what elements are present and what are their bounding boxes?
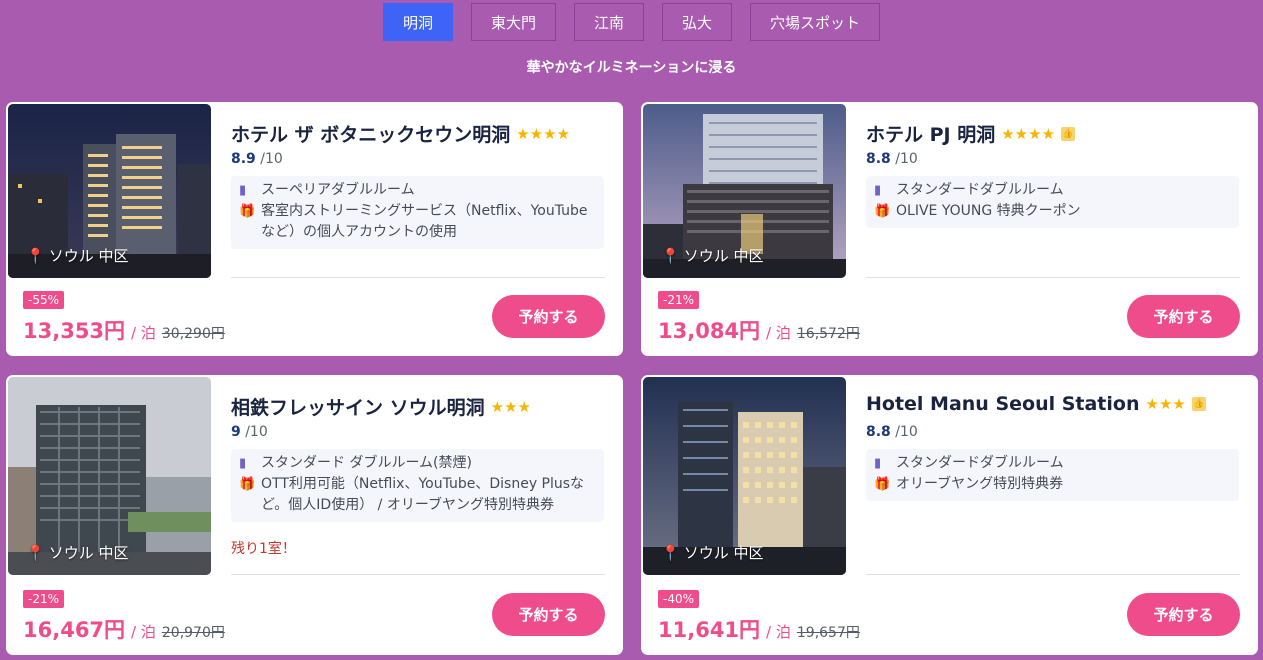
review-score: 8.8 /10 [866,424,918,440]
room-type: ▮ スタンダード ダブルルーム(禁煙) [239,453,598,474]
hotel-name[interactable]: ホテル ザ ボタニックセウン明洞 ★★★★ [231,120,570,147]
features-box: ▮ スタンダードダブルルーム 🎁 オリーブヤング特別特典券 [866,449,1239,501]
hotel-card[interactable]: 📍 ソウル 中区 相鉄フレッサイン ソウル明洞 ★★★ 9 /10 ▮ スタンダー… [6,375,623,655]
discount-badge: -21% [658,291,700,309]
book-button[interactable]: 予約する [492,593,605,636]
book-button[interactable]: 予約する [1127,593,1240,636]
map-pin-icon: 📍 [661,246,680,265]
features-box: ▮ スーペリアダブルルーム 🎁 客室内ストリーミングサービス（Netflix、You… [231,176,604,249]
hotel-name[interactable]: Hotel Manu Seoul Station ★★★ 👍 [866,393,1206,415]
features-box: ▮ スタンダードダブルルーム 🎁 OLIVE YOUNG 特典クーポン [866,176,1239,228]
discount-badge: -55% [23,291,65,309]
benefit: 🎁 客室内ストリーミングサービス（Netflix、YouTubeなど）の個人アカウ… [239,203,588,240]
tab-hongdae[interactable]: 弘大 [662,3,733,41]
thumbs-up-icon: 👍 [1061,126,1076,141]
star-rating-icon: ★★★ [490,397,531,416]
location-label: 📍 ソウル 中区 [26,543,129,563]
map-pin-icon: 📍 [661,543,680,562]
price: 13,353円 / 泊 30,290円 [23,319,225,343]
tab-dongdaemun[interactable]: 東大門 [470,3,556,41]
review-score: 8.8 /10 [866,151,918,167]
location-label: 📍 ソウル 中区 [661,246,764,266]
review-score: 9 /10 [231,424,268,440]
hotel-photo[interactable]: 📍 ソウル 中区 [8,377,211,575]
discount-badge: -40% [658,590,700,608]
hotel-card[interactable]: 📍 ソウル 中区 ホテル PJ 明洞 ★★★★ 👍 8.8 /10 ▮ スタンダー… [641,102,1258,356]
features-box: ▮ スタンダード ダブルルーム(禁煙) 🎁 OTT利用可能（Netflix、YouT… [231,449,604,522]
door-icon: ▮ [874,183,882,198]
star-rating-icon: ★★★★ [516,124,571,143]
door-icon: ▮ [239,456,247,471]
location-label: 📍 ソウル 中区 [26,246,129,266]
map-pin-icon: 📍 [26,543,45,562]
hotel-photo[interactable]: 📍 ソウル 中区 [8,104,211,278]
discount-badge: -21% [23,590,65,608]
benefit: 🎁 OLIVE YOUNG 特典クーポン [874,201,1233,222]
room-type: ▮ スタンダードダブルルーム [874,180,1233,201]
location-label: 📍 ソウル 中区 [661,543,764,563]
benefit: 🎁 オリーブヤング特別特典券 [874,474,1233,495]
tab-hidden-spots[interactable]: 穴場スポット [750,3,881,41]
gift-icon: 🎁 [874,204,891,219]
hotel-photo[interactable]: 📍 ソウル 中区 [643,104,846,278]
book-button[interactable]: 予約する [1127,295,1240,338]
star-rating-icon: ★★★★ [1001,124,1056,143]
gift-icon: 🎁 [239,477,256,492]
review-score: 8.9 /10 [231,151,283,167]
divider [231,277,605,278]
tab-myeongdong[interactable]: 明洞 [382,3,453,41]
door-icon: ▮ [239,183,247,198]
divider [231,574,605,575]
room-type: ▮ スタンダードダブルルーム [874,453,1233,474]
book-button[interactable]: 予約する [492,295,605,338]
rooms-left-notice: 残り1室！ [231,541,296,557]
hotel-card[interactable]: 📍 ソウル 中区 Hotel Manu Seoul Station ★★★ 👍 … [641,375,1258,655]
hotel-card[interactable]: 📍 ソウル 中区 ホテル ザ ボタニックセウン明洞 ★★★★ 8.9 /10 ▮… [6,102,623,356]
benefit: 🎁 OTT利用可能（Netflix、YouTube、Disney Plusなど。個… [239,476,585,513]
door-icon: ▮ [874,456,882,471]
hotel-photo[interactable]: 📍 ソウル 中区 [643,377,846,575]
divider [866,574,1240,575]
room-type: ▮ スーペリアダブルルーム [239,180,598,201]
hotel-name[interactable]: ホテル PJ 明洞 ★★★★ 👍 [866,120,1076,147]
gift-icon: 🎁 [874,477,891,492]
star-rating-icon: ★★★ [1145,395,1186,413]
hotel-name[interactable]: 相鉄フレッサイン ソウル明洞 ★★★ [231,393,531,420]
section-subtitle: 華やかなイルミネーションに浸る [526,60,737,76]
gift-icon: 🎁 [239,204,256,219]
price: 16,467円 / 泊 20,970円 [23,618,225,642]
thumbs-up-icon: 👍 [1191,397,1206,411]
map-pin-icon: 📍 [26,246,45,265]
price: 11,641円 / 泊 19,657円 [658,618,860,642]
price: 13,084円 / 泊 16,572円 [658,319,860,343]
divider [866,277,1240,278]
area-tabs: 明洞 東大門 江南 弘大 穴場スポット [0,3,1263,41]
tab-gangnam[interactable]: 江南 [573,3,644,41]
